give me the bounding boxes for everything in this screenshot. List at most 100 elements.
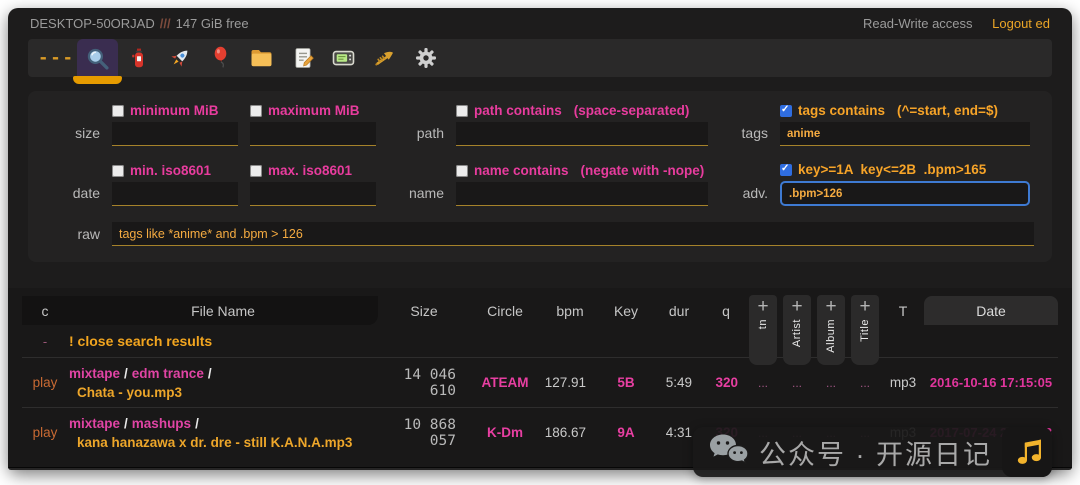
date-max-input[interactable] — [250, 182, 376, 206]
size-max-checkbox[interactable] — [250, 105, 262, 117]
tab-bup[interactable] — [200, 39, 241, 77]
file-name-link[interactable]: Chata - you.mp3 — [77, 385, 182, 400]
size-min-checkbox[interactable] — [112, 105, 124, 117]
col-header-c[interactable]: c — [22, 296, 68, 325]
music-note-icon — [1002, 427, 1052, 477]
balloon-icon — [210, 46, 232, 70]
col-header-date[interactable]: Date — [924, 296, 1058, 325]
logout-link[interactable]: Logout ed — [992, 16, 1050, 31]
name-input[interactable] — [456, 182, 708, 206]
tab-audio-settings[interactable] — [364, 39, 405, 77]
add-column-title[interactable]: +Title — [851, 295, 879, 365]
top-bar: DESKTOP-50ORJAD///147 GiB free Read-Writ… — [8, 8, 1072, 33]
circle-cell: ATEAM — [470, 358, 540, 408]
dashes-icon: --- — [38, 48, 75, 68]
key-cell: 9A — [600, 408, 652, 458]
play-link[interactable]: play — [33, 375, 58, 390]
col-header-album[interactable]: +Album — [814, 296, 848, 325]
name-row-label: name — [388, 185, 444, 206]
watermark: 公众号 · 开源日记 — [693, 427, 1052, 477]
free-space: 147 GiB free — [176, 16, 249, 31]
col-header-t[interactable]: T — [882, 296, 924, 325]
tab-unpost[interactable] — [118, 39, 159, 77]
path-separator: / — [204, 366, 216, 381]
path-link[interactable]: mixtape — [69, 366, 120, 381]
tab-dashes[interactable]: --- — [36, 39, 77, 77]
size-min-input[interactable] — [112, 122, 238, 146]
adv-field: key>=1A key<=2B .bpm>165 — [780, 162, 1030, 206]
table-header-row: c File Name Size Circle bpm Key dur q +t… — [22, 296, 1058, 325]
name-checkbox[interactable] — [456, 165, 468, 177]
col-header-size[interactable]: Size — [378, 296, 470, 325]
close-row-dash: - — [43, 334, 47, 349]
size-cell: 14 046 610 — [378, 358, 470, 408]
raw-query-input[interactable] — [112, 222, 1034, 246]
file-path: mixtape/mashups/ — [69, 414, 377, 433]
tab-msg[interactable] — [323, 39, 364, 77]
tag-cell-artist: ... — [780, 358, 814, 408]
date-min-checkbox[interactable] — [112, 165, 124, 177]
col-header-artist[interactable]: +Artist — [780, 296, 814, 325]
file-path: mixtape/edm trance/ — [69, 364, 377, 383]
tags-input[interactable] — [780, 122, 1030, 146]
trumpet-icon — [372, 45, 398, 71]
col-header-key[interactable]: Key — [600, 296, 652, 325]
gear-icon — [414, 46, 438, 70]
plus-icon: + — [859, 295, 870, 318]
col-header-bpm[interactable]: bpm — [540, 296, 600, 325]
add-column-artist[interactable]: +Artist — [783, 295, 811, 365]
path-link[interactable]: mixtape — [69, 416, 120, 431]
wechat-icon — [709, 433, 749, 472]
col-header-q[interactable]: q — [706, 296, 746, 325]
date-max-checkbox[interactable] — [250, 165, 262, 177]
col-header-dur[interactable]: dur — [652, 296, 706, 325]
col-header-circle[interactable]: Circle — [470, 296, 540, 325]
add-column-tn[interactable]: +tn — [749, 295, 777, 365]
play-link[interactable]: play — [33, 425, 58, 440]
date-min-input[interactable] — [112, 182, 238, 206]
tab-up2k[interactable] — [159, 39, 200, 77]
col-header-title[interactable]: +Title — [848, 296, 882, 325]
path-label: path contains(space-separated) — [456, 103, 708, 118]
hostname: DESKTOP-50ORJAD — [30, 16, 155, 31]
col-header-tn[interactable]: +tn — [746, 296, 780, 325]
adv-checkbox[interactable] — [780, 164, 792, 176]
name-label: name contains(negate with -nope) — [456, 163, 708, 178]
tag-cell-tn: ... — [746, 358, 780, 408]
tab-mkdir[interactable] — [241, 39, 282, 77]
date-cell: 2016-10-16 17:15:05 — [924, 358, 1058, 408]
plus-icon: + — [825, 295, 836, 318]
path-link[interactable]: edm trance — [132, 366, 204, 381]
tab-search[interactable] — [77, 39, 118, 77]
tab-new-doc[interactable] — [282, 39, 323, 77]
access-level: Read-Write access — [863, 16, 973, 31]
close-results-row: - ! close search results — [22, 325, 1058, 358]
tags-row-label: tags — [720, 125, 768, 146]
col-header-file-name[interactable]: File Name — [68, 296, 378, 325]
size-min-field: minimum MiB — [112, 103, 238, 146]
size-max-input[interactable] — [250, 122, 376, 146]
pager-icon — [331, 47, 356, 69]
date-max-field: max. iso8601 — [250, 163, 376, 206]
app-panel: DESKTOP-50ORJAD///147 GiB free Read-Writ… — [8, 8, 1072, 470]
file-name-link[interactable]: kana hanazawa x dr. dre - still K.A.N.A.… — [77, 435, 352, 450]
tags-checkbox[interactable] — [780, 105, 792, 117]
add-column-album[interactable]: +Album — [817, 295, 845, 365]
bpm-cell: 186.67 — [540, 408, 600, 458]
path-checkbox[interactable] — [456, 105, 468, 117]
memo-icon — [291, 46, 315, 70]
path-link[interactable]: mashups — [132, 416, 191, 431]
close-search-results-link[interactable]: ! close search results — [69, 333, 212, 349]
path-field: path contains(space-separated) — [456, 103, 708, 146]
adv-row-label: adv. — [720, 185, 768, 206]
tab-settings[interactable] — [405, 39, 446, 77]
dur-cell: 5:49 — [652, 358, 706, 408]
rocket-icon — [168, 46, 192, 70]
plus-icon: + — [791, 295, 802, 318]
tags-hint: (^=start, end=$) — [897, 103, 998, 118]
key-cell: 5B — [600, 358, 652, 408]
host-info: DESKTOP-50ORJAD///147 GiB free — [30, 16, 249, 31]
adv-input[interactable] — [780, 181, 1030, 206]
fire-extinguisher-icon — [127, 46, 151, 70]
path-input[interactable] — [456, 122, 708, 146]
